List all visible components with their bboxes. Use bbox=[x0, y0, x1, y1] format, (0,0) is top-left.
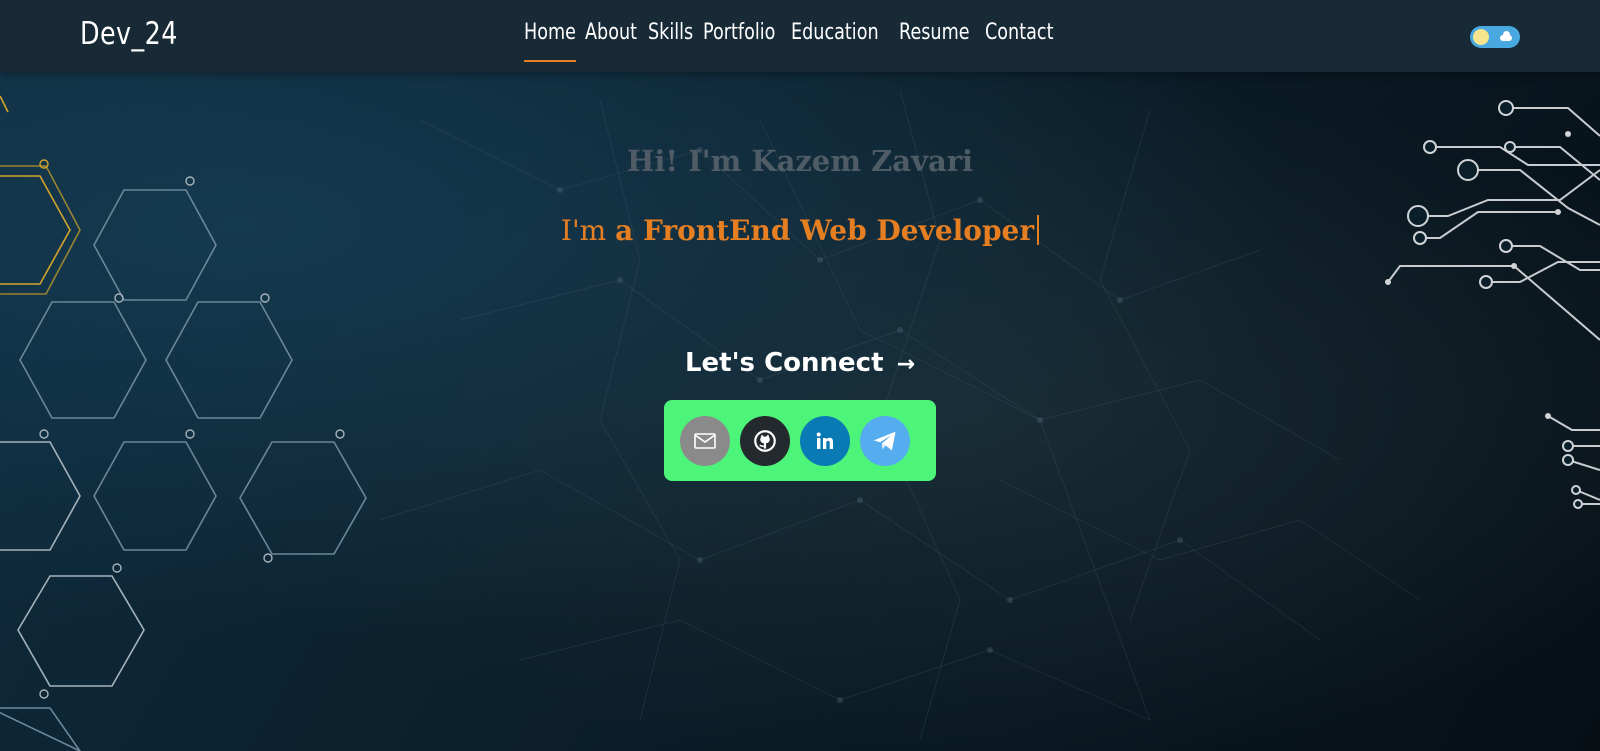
linkedin-button[interactable] bbox=[800, 415, 850, 466]
telegram-icon bbox=[873, 431, 896, 450]
sun-icon bbox=[1473, 29, 1489, 45]
linkedin-icon bbox=[816, 432, 833, 449]
telegram-button[interactable] bbox=[860, 415, 910, 466]
nav-skills[interactable]: Skills bbox=[648, 20, 693, 56]
cloud-icon bbox=[1500, 31, 1512, 41]
mail-icon bbox=[694, 432, 716, 449]
nav-contact[interactable]: Contact bbox=[985, 20, 1053, 56]
nav-portfolio[interactable]: Portfolio bbox=[703, 20, 775, 56]
role-prefix: I'm bbox=[560, 214, 607, 247]
nav-resume[interactable]: Resume bbox=[899, 20, 970, 56]
connect-title-text: Let's Connect bbox=[684, 348, 884, 378]
hero-role-line: I'm a FrontEnd Web Developer bbox=[0, 214, 1600, 247]
nav-home[interactable]: Home bbox=[524, 20, 576, 62]
github-icon bbox=[754, 429, 776, 452]
arrow-right-icon: → bbox=[896, 352, 916, 377]
navbar: Dev_24 Home About Skills Portfolio Educa… bbox=[0, 0, 1600, 72]
github-button[interactable] bbox=[740, 415, 790, 466]
nav-menu: Home About Skills Portfolio Education Re… bbox=[524, 20, 1070, 62]
hero-greeting: Hi! I'm Kazem Zavari bbox=[626, 144, 974, 178]
email-button[interactable] bbox=[680, 415, 730, 466]
typing-cursor bbox=[1037, 215, 1040, 245]
nav-education[interactable]: Education bbox=[791, 20, 879, 56]
hero-section: Hi! I'm Kazem Zavari I'm a FrontEnd Web … bbox=[0, 0, 1600, 751]
brand-logo[interactable]: Dev_24 bbox=[80, 16, 178, 52]
connect-title: Let's Connect → bbox=[0, 348, 1600, 378]
social-links bbox=[664, 400, 936, 481]
role-text: a FrontEnd Web Developer bbox=[615, 214, 1035, 247]
theme-toggle[interactable] bbox=[1470, 26, 1520, 48]
nav-about[interactable]: About bbox=[585, 20, 637, 56]
